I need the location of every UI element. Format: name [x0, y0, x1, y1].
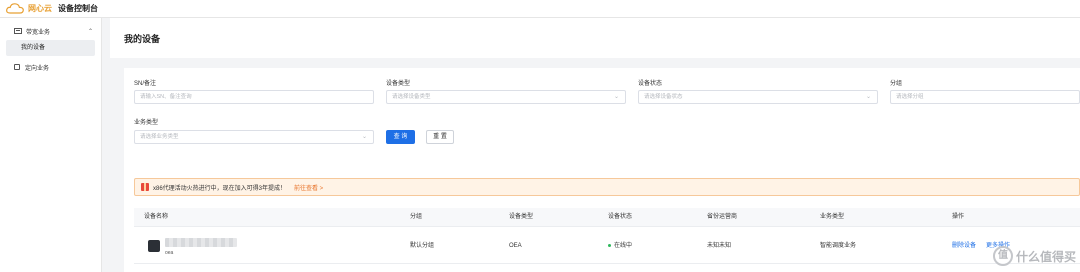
business-type-label: 业务类型: [134, 120, 159, 126]
reset-button[interactable]: 重 置: [426, 130, 454, 144]
device-card: SN/备注 请输入SN、备注查询 设备类型 请选择设备类型 ⌄ 设备状态 请选择…: [124, 68, 1080, 272]
console-title: 设备控制台: [58, 4, 98, 13]
sidebar: 带宽业务 ⌃ 我的设备 定向业务: [0, 18, 102, 272]
group-label: 分组: [890, 81, 903, 87]
column-header: 省份运营商: [707, 214, 738, 220]
top-bar: 网心云 设备控制台: [0, 0, 1080, 18]
online-status-dot: [608, 243, 611, 247]
sidebar-item-label: 定向业务: [25, 65, 50, 72]
column-header: 操作: [952, 214, 965, 220]
column-header: 设备状态: [608, 214, 633, 220]
column-header: 设备名称: [144, 214, 169, 220]
device-type-label: 设备类型: [386, 81, 411, 87]
chevron-down-icon: ⌄: [361, 134, 367, 140]
table-row[interactable]: oea 默认分组 OEA 在线中 未知未知 智能调度业务 删除设备更多操作: [134, 228, 1080, 264]
business-type-placeholder: 请选择业务类型: [140, 134, 179, 140]
device-status-select[interactable]: 请选择设备状态 ⌄: [638, 90, 878, 104]
brand-logo[interactable]: 网心云: [6, 3, 58, 14]
sidebar-group-bandwidth[interactable]: 带宽业务 ⌃: [0, 24, 101, 38]
page-header: 我的设备: [110, 18, 1080, 58]
device-name-redacted: [165, 238, 237, 247]
device-type-select[interactable]: 请选择设备类型 ⌄: [386, 90, 626, 104]
sn-label: SN/备注: [134, 81, 157, 87]
device-status-placeholder: 请选择设备状态: [644, 94, 683, 100]
sn-placeholder: 请输入SN、备注查询: [140, 94, 192, 100]
business-type-select[interactable]: 请选择业务类型 ⌄: [134, 130, 374, 144]
status-text: 在线中: [614, 243, 633, 249]
chevron-down-icon: ⌄: [865, 94, 871, 100]
delete-device-link[interactable]: 删除设备: [952, 243, 976, 249]
sn-input[interactable]: 请输入SN、备注查询: [134, 90, 374, 104]
sidebar-item-directed-business[interactable]: 定向业务: [0, 60, 101, 74]
gift-icon: [141, 183, 149, 191]
sidebar-group-label: 带宽业务: [26, 29, 51, 36]
cell-business: 智能调度业务: [820, 243, 857, 249]
square-icon: [14, 64, 20, 70]
chevron-down-icon: ⌄: [613, 94, 619, 100]
cell-group: 默认分组: [410, 243, 435, 249]
chevron-up-icon: ⌃: [87, 28, 93, 35]
main-content: 我的设备 SN/备注 请输入SN、备注查询 设备类型 请选择设备类型 ⌄ 设备状…: [110, 18, 1080, 272]
device-icon: [148, 240, 160, 252]
watermark: 值 什么值得买: [992, 246, 1076, 266]
brand-name: 网心云: [28, 4, 52, 13]
column-header: 业务类型: [820, 214, 845, 220]
banner-text: x86代理活动火热进行中，现在加入可得3年提成！: [153, 185, 287, 192]
watermark-logo-icon: 值: [992, 246, 1013, 266]
cell-device-type: OEA: [509, 243, 522, 249]
menu-list-icon: [14, 28, 22, 34]
device-status-label: 设备状态: [638, 81, 663, 87]
banner-link[interactable]: 前往查看 >: [294, 183, 323, 192]
page-title: 我的设备: [124, 33, 161, 44]
column-header: 设备类型: [509, 214, 534, 220]
device-remark: oea: [165, 250, 174, 256]
watermark-text: 什么值得买: [1015, 249, 1076, 264]
group-placeholder: 请选择分组: [896, 94, 924, 100]
query-button[interactable]: 查 询: [386, 130, 415, 144]
promo-banner: x86代理活动火热进行中，现在加入可得3年提成！ 前往查看 >: [134, 178, 1080, 196]
group-select[interactable]: 请选择分组: [890, 90, 1080, 104]
cell-status: 在线中: [608, 228, 632, 264]
column-header: 分组: [410, 214, 423, 220]
cell-isp: 未知未知: [707, 243, 732, 249]
sidebar-item-my-devices[interactable]: 我的设备: [6, 40, 95, 56]
device-type-placeholder: 请选择设备类型: [392, 94, 431, 100]
cloud-logo-icon: [6, 3, 24, 14]
table-header: 设备名称 分组 设备类型 设备状态 省份运营商 业务类型 操作: [134, 208, 1080, 227]
